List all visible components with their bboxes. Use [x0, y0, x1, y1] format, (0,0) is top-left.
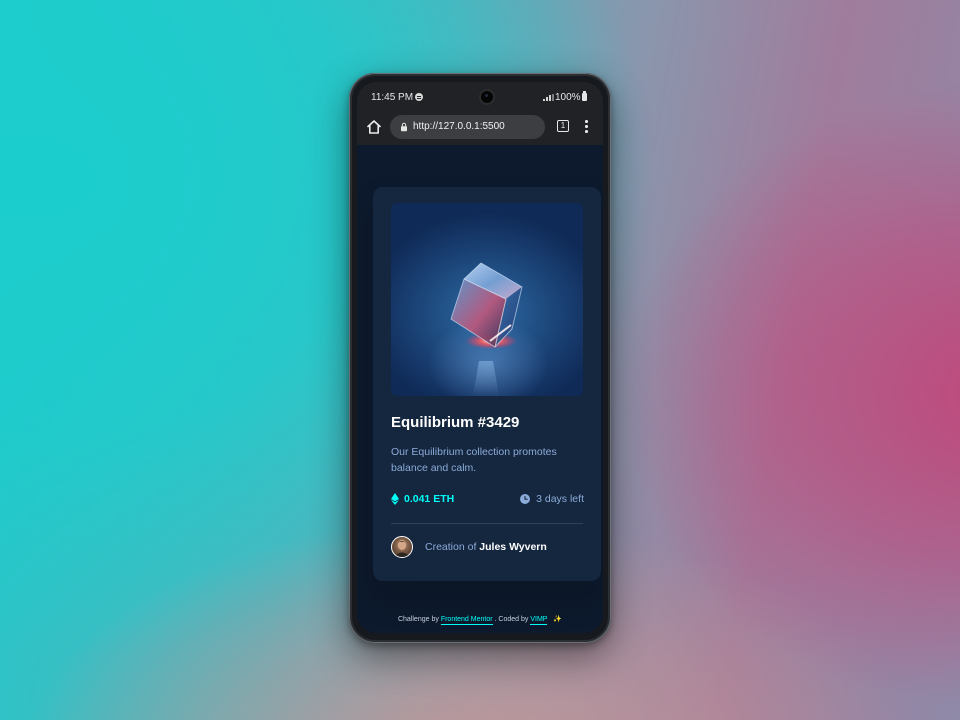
- card-divider: [391, 523, 583, 524]
- browser-toolbar: http://127.0.0.1:5500 1: [357, 112, 603, 145]
- time-left-value: 3 days left: [536, 493, 584, 505]
- nft-title[interactable]: Equilibrium #3429: [391, 414, 519, 431]
- web-page: Equilibrium #3429 Our Equilibrium collec…: [357, 145, 603, 633]
- battery-icon: [582, 91, 587, 101]
- price-row: 0.041 ETH: [391, 492, 454, 506]
- status-time: 11:45 PM: [371, 92, 414, 103]
- creator-avatar: [391, 536, 413, 558]
- challenge-by-text: Challenge by: [397, 616, 439, 623]
- url-text: http://127.0.0.1:5500: [413, 121, 505, 132]
- crystal-cube-graphic: [450, 262, 523, 396]
- avatar-portrait: [394, 540, 410, 557]
- attribution-footer: Challenge by Frontend Mentor . Coded by …: [357, 615, 603, 625]
- browser-chrome: 11:45 PM 100% http://127.0.0.1:5500 1: [357, 82, 603, 145]
- front-camera: [481, 91, 493, 103]
- phone-frame: 11:45 PM 100% http://127.0.0.1:5500 1 Eq…: [349, 73, 611, 643]
- lock-icon: [401, 122, 407, 132]
- equilibrium-image[interactable]: [391, 203, 583, 396]
- spotify-icon: [415, 93, 423, 101]
- home-icon: [367, 120, 381, 134]
- creator-prefix: Creation of: [425, 541, 477, 553]
- clock-icon: [520, 494, 531, 504]
- nft-description: Our Equilibrium collection promotes bala…: [391, 446, 557, 474]
- more-vertical-icon[interactable]: [583, 120, 589, 134]
- creator-name[interactable]: Jules Wyvern: [479, 541, 547, 553]
- creator-credit: Creation of Jules Wyvern: [425, 541, 547, 553]
- signal-icon: [543, 94, 554, 101]
- time-left-row: 3 days left: [520, 492, 584, 506]
- coder-link[interactable]: VIMP: [530, 616, 548, 625]
- home-button[interactable]: [365, 118, 383, 136]
- ethereum-icon: [391, 493, 399, 505]
- phone-screen: 11:45 PM 100% http://127.0.0.1:5500 1 Eq…: [357, 82, 603, 633]
- status-bar: 11:45 PM 100%: [357, 82, 603, 112]
- frontend-mentor-link[interactable]: Frontend Mentor: [440, 616, 493, 625]
- address-bar[interactable]: http://127.0.0.1:5500: [390, 115, 545, 139]
- price-value: 0.041 ETH: [404, 493, 455, 505]
- nft-card: Equilibrium #3429 Our Equilibrium collec…: [373, 187, 601, 581]
- tabs-button[interactable]: 1: [557, 120, 569, 132]
- coded-by-text: . Coded by: [494, 616, 529, 623]
- battery-percentage: 100%: [555, 92, 581, 103]
- sparkle-icon: ✨: [553, 616, 562, 623]
